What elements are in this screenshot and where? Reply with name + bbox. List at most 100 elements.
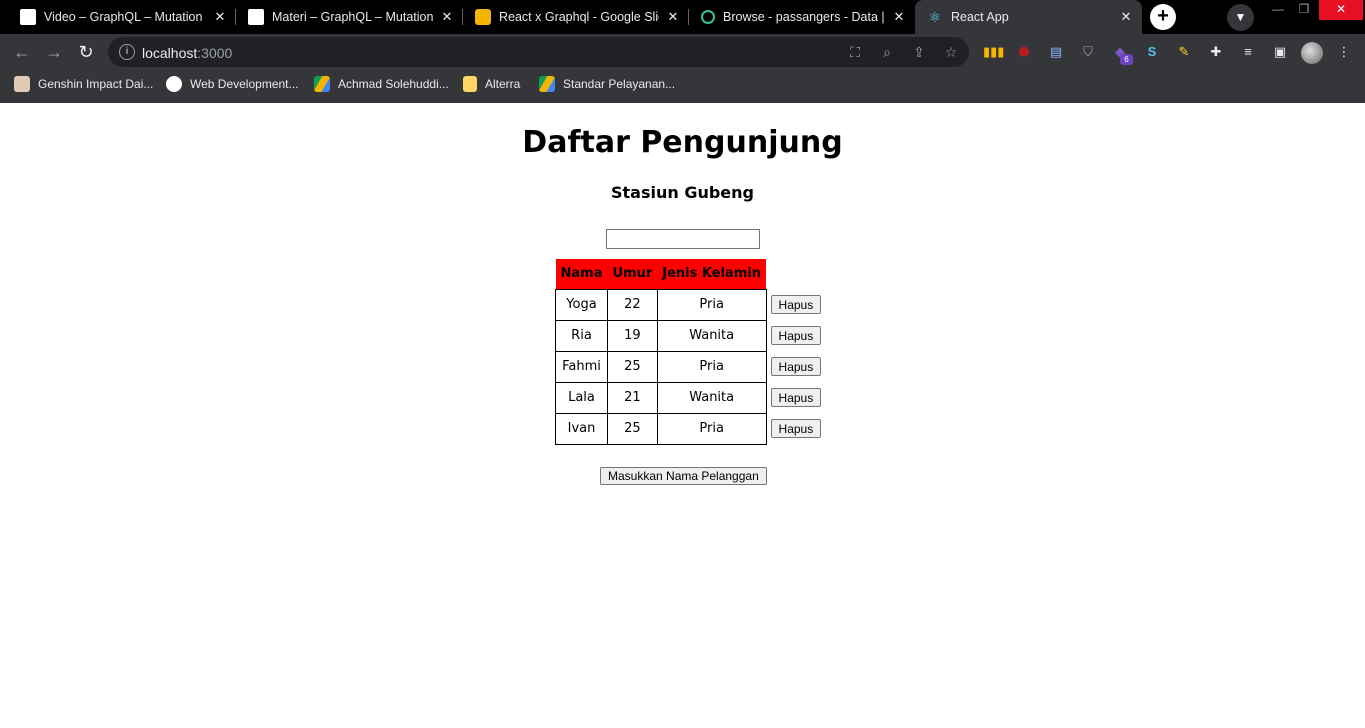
tab-title: React App [951, 10, 1009, 24]
browser-chrome: Video – GraphQL – Mutation ✕ Materi – Gr… [0, 0, 1365, 103]
close-icon[interactable]: ✕ [212, 9, 228, 25]
cell-umur: 19 [606, 319, 658, 352]
name-input[interactable] [606, 229, 760, 249]
bookmark-genshin[interactable]: Genshin Impact Dai... [14, 70, 153, 98]
pen-extension-icon[interactable]: ✎ [1175, 43, 1193, 61]
s-extension-icon[interactable]: S [1143, 43, 1161, 61]
zoom-icon[interactable]: ⌕ [878, 43, 896, 61]
url-port: :3000 [197, 45, 233, 61]
info-icon[interactable]: i [119, 44, 135, 60]
delete-button[interactable]: Hapus [770, 295, 822, 314]
tab-google-slides[interactable]: React x Graphql - Google Slides ✕ [463, 0, 689, 34]
bookmark-standar-pelayanan[interactable]: Standar Pelayanan... [539, 70, 675, 98]
cell-umur: 21 [606, 381, 658, 414]
cell-jenis-kelamin: Wanita [656, 381, 767, 414]
close-icon[interactable]: ✕ [1118, 9, 1134, 25]
bookmark-web-dev[interactable]: Web Development... [166, 70, 299, 98]
table-header-row: Nama Umur Jenis Kelamin [555, 259, 822, 289]
copy-extension-icon[interactable]: ▤ [1047, 43, 1065, 61]
cell-nama: Yoga [555, 288, 608, 321]
window-close-button[interactable]: ✕ [1319, 0, 1363, 20]
close-icon[interactable]: ✕ [439, 9, 455, 25]
address-bar[interactable]: i localhost:3000 ⛶ ⌕ ⇪ ☆ [108, 37, 969, 67]
bookmark-alterra[interactable]: Alterra [463, 70, 520, 98]
close-icon[interactable]: ✕ [891, 9, 907, 25]
tab-title: Browse - passangers - Data | Hasura [723, 10, 885, 24]
table-row: Ivan 25 Pria Hapus [555, 412, 822, 445]
cell-jenis-kelamin: Pria [656, 350, 767, 383]
cell-jenis-kelamin: Pria [656, 288, 767, 321]
close-icon[interactable]: ✕ [665, 9, 681, 25]
folder-icon [463, 76, 477, 92]
kebab-menu-icon[interactable]: ⋮ [1335, 43, 1353, 61]
tab-materi-graphql[interactable]: Materi – GraphQL – Mutation ✕ [236, 0, 463, 34]
side-panel-icon[interactable]: ▣ [1271, 43, 1289, 61]
reload-icon[interactable]: ↻ [74, 40, 98, 64]
extension-badge: 6 [1120, 54, 1133, 65]
bookmark-label: Standar Pelayanan... [563, 77, 676, 91]
table-row: Lala 21 Wanita Hapus [555, 381, 822, 414]
action-cell: Hapus [766, 351, 822, 382]
new-tab-button[interactable]: + [1150, 4, 1176, 30]
submit-name-button[interactable]: Masukkan Nama Pelanggan [600, 467, 767, 485]
tab-title: Video – GraphQL – Mutation [44, 10, 203, 24]
tab-search-button[interactable]: ▼ [1227, 4, 1254, 31]
column-header-umur: Umur [607, 259, 658, 289]
bookmark-achmad[interactable]: Achmad Solehuddi... [314, 70, 449, 98]
delete-button[interactable]: Hapus [770, 357, 822, 376]
tab-title: React x Graphql - Google Slides [499, 10, 659, 24]
table-row: Yoga 22 Pria Hapus [555, 288, 822, 321]
tab-title: Materi – GraphQL – Mutation [272, 10, 433, 24]
browser-toolbar: ← → ↻ i localhost:3000 ⛶ ⌕ ⇪ ☆ ▮▮▮ ⬢ ▤ ⛉… [0, 34, 1365, 70]
cell-umur: 25 [606, 350, 658, 383]
tab-hasura[interactable]: Browse - passangers - Data | Hasura ✕ [689, 0, 915, 34]
cell-jenis-kelamin: Wanita [656, 319, 767, 352]
tab-strip: Video – GraphQL – Mutation ✕ Materi – Gr… [0, 0, 1365, 34]
tab-video-graphql[interactable]: Video – GraphQL – Mutation ✕ [8, 0, 236, 34]
ublock-icon[interactable]: ⬢ [1015, 43, 1033, 61]
bar-chart-extension-icon[interactable]: ▮▮▮ [983, 43, 1004, 61]
bookmark-label: Alterra [485, 77, 521, 91]
visitor-table: Nama Umur Jenis Kelamin Yoga 22 Pria Hap… [555, 259, 822, 445]
white-page-icon [20, 9, 36, 25]
column-header-jenis-kelamin: Jenis Kelamin [657, 259, 767, 289]
media-control-icon[interactable]: ≡ [1239, 43, 1257, 61]
cell-jenis-kelamin: Pria [656, 412, 767, 445]
bookmarks-bar: Genshin Impact Dai... Web Development...… [0, 70, 1365, 103]
web-dev-icon [166, 76, 182, 92]
cell-nama: Ivan [555, 412, 608, 445]
profile-avatar[interactable] [1301, 42, 1323, 64]
forward-arrow-icon[interactable]: → [42, 40, 66, 64]
url-text: localhost:3000 [142, 45, 232, 61]
hasura-icon [701, 10, 715, 24]
table-row: Fahmi 25 Pria Hapus [555, 350, 822, 383]
action-cell: Hapus [766, 382, 822, 413]
translate-icon[interactable]: ⛶ [846, 43, 864, 61]
google-drive-icon [539, 76, 555, 92]
back-arrow-icon[interactable]: ← [10, 40, 34, 64]
bookmark-star-icon[interactable]: ☆ [942, 43, 960, 61]
action-cell: Hapus [766, 289, 822, 320]
cell-nama: Fahmi [555, 350, 608, 383]
shield-icon[interactable]: ⛉ [1079, 43, 1097, 61]
cell-umur: 22 [606, 288, 658, 321]
google-drive-icon [314, 76, 330, 92]
cell-nama: Lala [555, 381, 608, 414]
delete-button[interactable]: Hapus [770, 388, 822, 407]
share-icon[interactable]: ⇪ [910, 43, 928, 61]
google-slides-icon [475, 9, 491, 25]
genshin-icon [14, 76, 30, 92]
delete-button[interactable]: Hapus [770, 326, 822, 345]
react-icon: ⚛ [928, 8, 942, 25]
bookmark-label: Web Development... [190, 77, 299, 91]
column-header-nama: Nama [555, 259, 608, 289]
action-cell: Hapus [766, 320, 822, 351]
tab-react-app[interactable]: ⚛ React App ✕ [915, 0, 1142, 34]
action-cell: Hapus [766, 413, 822, 444]
bookmark-label: Achmad Solehuddi... [338, 77, 449, 91]
page-subtitle: Stasiun Gubeng [611, 183, 754, 202]
puzzle-icon[interactable]: ✚ [1207, 43, 1225, 61]
cell-nama: Ria [555, 319, 608, 352]
delete-button[interactable]: Hapus [770, 419, 822, 438]
page-title: Daftar Pengunjung [522, 125, 843, 160]
